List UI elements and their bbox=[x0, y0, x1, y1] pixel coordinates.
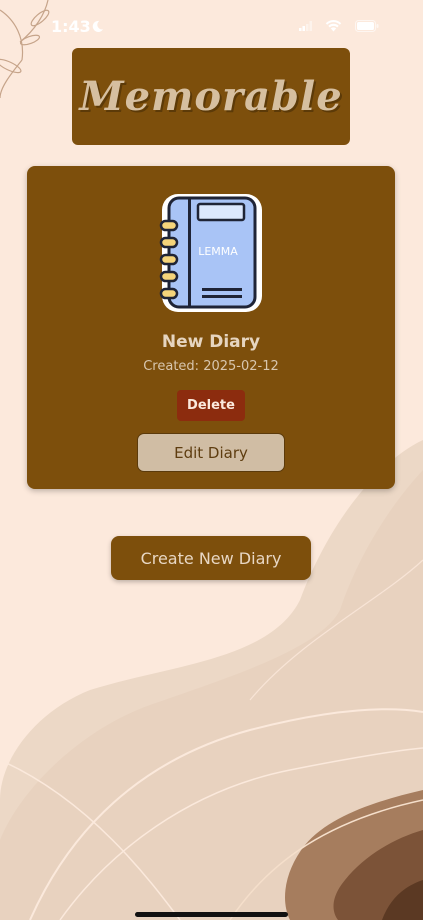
delete-button[interactable]: Delete bbox=[177, 390, 245, 421]
app-logo-text: Memorable bbox=[79, 73, 343, 120]
cellular-signal-icon bbox=[299, 20, 312, 31]
status-icons bbox=[299, 19, 379, 32]
diary-title: New Diary bbox=[161, 332, 261, 352]
wifi-icon bbox=[325, 20, 342, 32]
notebook-label: LEMMA bbox=[198, 245, 238, 258]
diary-created-date: Created: 2025-02-12 bbox=[143, 359, 279, 374]
diary-card[interactable]: LEMMA New Diary Created: 2025-02-12 Dele… bbox=[27, 166, 395, 489]
notebook-icon: LEMMA bbox=[159, 194, 262, 312]
status-bar: 1:43 bbox=[0, 0, 423, 52]
battery-icon bbox=[355, 19, 379, 32]
moon-icon bbox=[92, 20, 104, 32]
status-time: 1:43 bbox=[51, 17, 91, 36]
edit-diary-button[interactable]: Edit Diary bbox=[137, 433, 285, 472]
app-logo: Memorable bbox=[72, 48, 350, 145]
create-new-diary-button[interactable]: Create New Diary bbox=[111, 536, 311, 580]
home-indicator bbox=[135, 912, 288, 917]
